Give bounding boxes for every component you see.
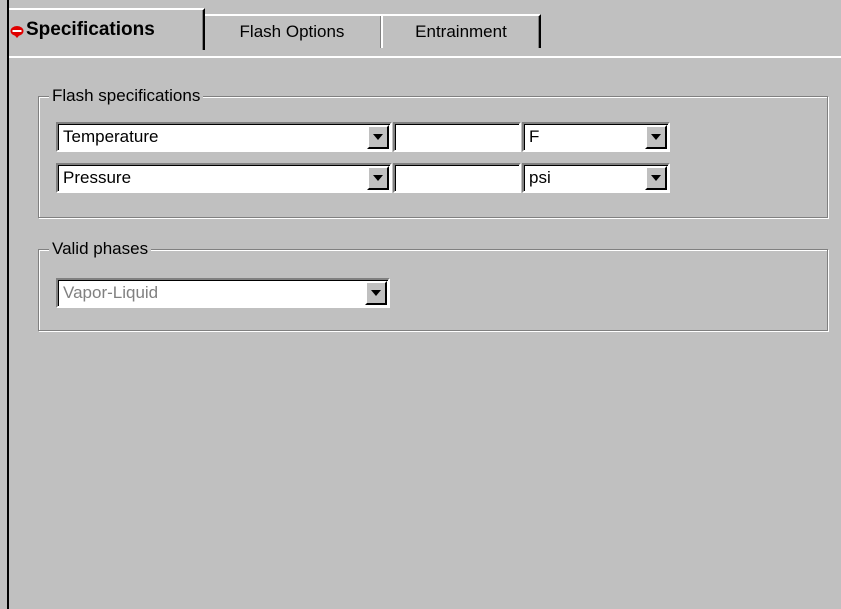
tab-flash-options[interactable]: Flash Options — [203, 14, 383, 48]
valid-phases-value: Vapor-Liquid — [63, 283, 159, 302]
temperature-spec-value: Temperature — [63, 127, 159, 146]
red-heart-icon — [10, 23, 24, 38]
pressure-spec-dropdown[interactable]: Pressure — [56, 163, 392, 193]
window-left-frame — [0, 0, 9, 609]
tab-specifications[interactable]: Specifications — [9, 8, 205, 50]
pressure-unit-dropdown[interactable]: psi — [522, 163, 670, 193]
valid-phases-dropdown[interactable]: Vapor-Liquid — [56, 278, 390, 308]
temperature-unit-dropdown[interactable]: F — [522, 122, 670, 152]
valid-phases-legend: Valid phases — [49, 239, 152, 259]
temperature-spec-dropdown[interactable]: Temperature — [56, 122, 392, 152]
tab-flash-options-label: Flash Options — [239, 22, 345, 41]
flash-specifications-group: Flash specifications Temperature F Press… — [38, 86, 828, 218]
temperature-unit-value: F — [529, 127, 540, 146]
tab-entrainment-label: Entrainment — [415, 22, 507, 41]
chevron-down-icon[interactable] — [365, 281, 387, 305]
tab-specifications-label: Specifications — [26, 19, 155, 40]
tab-strip: Specifications Flash Options Entrainment — [9, 8, 841, 58]
flash-specifications-legend: Flash specifications — [49, 86, 204, 106]
tab-baseline — [9, 56, 841, 58]
tab-entrainment[interactable]: Entrainment — [381, 14, 541, 48]
chevron-down-icon[interactable] — [367, 125, 389, 149]
chevron-down-icon[interactable] — [367, 166, 389, 190]
chevron-down-icon[interactable] — [645, 125, 667, 149]
pressure-value-input[interactable] — [393, 163, 521, 193]
pressure-spec-value: Pressure — [63, 168, 132, 187]
chevron-down-icon[interactable] — [645, 166, 667, 190]
temperature-value-input[interactable] — [393, 122, 521, 152]
pressure-unit-value: psi — [529, 168, 551, 187]
valid-phases-group: Valid phases Vapor-Liquid — [38, 239, 828, 331]
